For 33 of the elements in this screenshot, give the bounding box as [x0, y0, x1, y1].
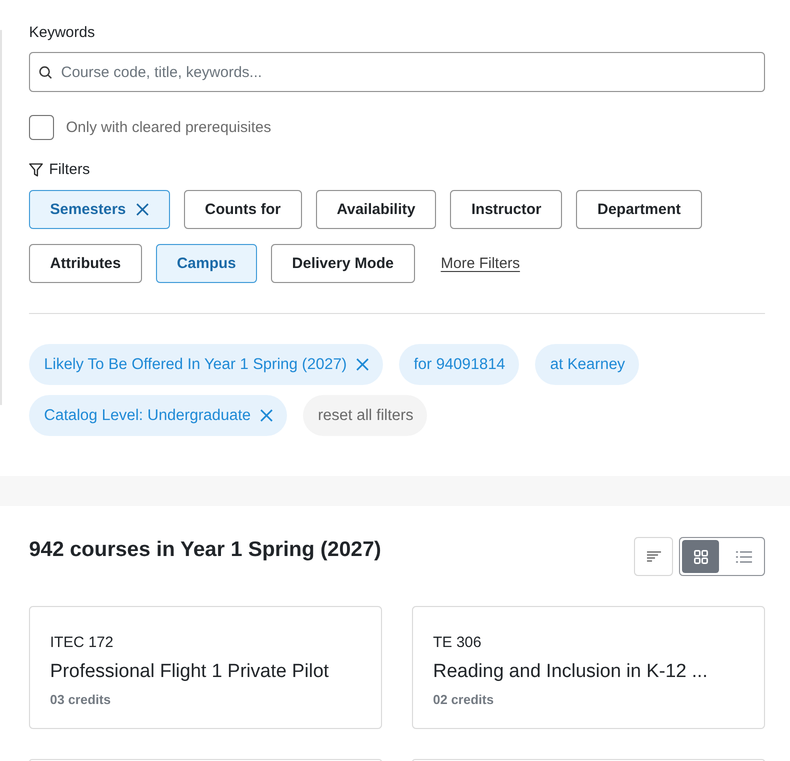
- search-field[interactable]: Course code, title, keywords...: [29, 52, 765, 92]
- list-icon: [736, 550, 752, 562]
- funnel-icon: [29, 163, 43, 177]
- close-icon: [356, 358, 369, 371]
- filter-button[interactable]: Counts for: [184, 190, 302, 229]
- checkbox-label: Only with cleared prerequisites: [66, 119, 272, 136]
- course-code: TE 306: [433, 633, 482, 653]
- course-credits: 03 credits: [50, 692, 112, 708]
- course-code: ITEC 172: [50, 633, 114, 653]
- checkbox[interactable]: [29, 115, 54, 140]
- course-credits: 02 credits: [433, 692, 495, 708]
- filter-button[interactable]: Semesters: [29, 190, 170, 229]
- filter-button[interactable]: Attributes: [29, 244, 142, 283]
- reset-filters-button[interactable]: reset all filters: [302, 395, 428, 436]
- course-title: Professional Flight 1 Private Pilot: [50, 660, 330, 684]
- keywords-label: Keywords: [29, 23, 96, 43]
- course-card[interactable]: ITEC 172 Professional Flight 1 Private Pilot 03 credits: [29, 606, 382, 729]
- close-icon: [260, 409, 273, 422]
- grid-view-button[interactable]: [682, 540, 719, 573]
- filter-button[interactable]: Department: [576, 190, 702, 229]
- filters-label: Filters: [49, 160, 90, 180]
- filter-button[interactable]: Campus: [156, 244, 258, 283]
- filter-button[interactable]: Instructor: [450, 190, 562, 229]
- search-icon: [39, 66, 52, 79]
- results-heading: 942 courses in Year 1 Spring (2027): [29, 537, 382, 563]
- filter-button[interactable]: Delivery Mode: [271, 244, 415, 283]
- course-title: Reading and Inclusion in K-12 ...: [433, 660, 709, 684]
- course-card[interactable]: TE 306 Reading and Inclusion in K-12 ... 02 credits: [412, 606, 765, 729]
- more-filters-link[interactable]: More Filters: [440, 255, 520, 272]
- sort-button[interactable]: [634, 537, 673, 576]
- grid-icon: [694, 550, 708, 564]
- filter-button[interactable]: Availability: [316, 190, 436, 229]
- sort-icon: [646, 551, 660, 562]
